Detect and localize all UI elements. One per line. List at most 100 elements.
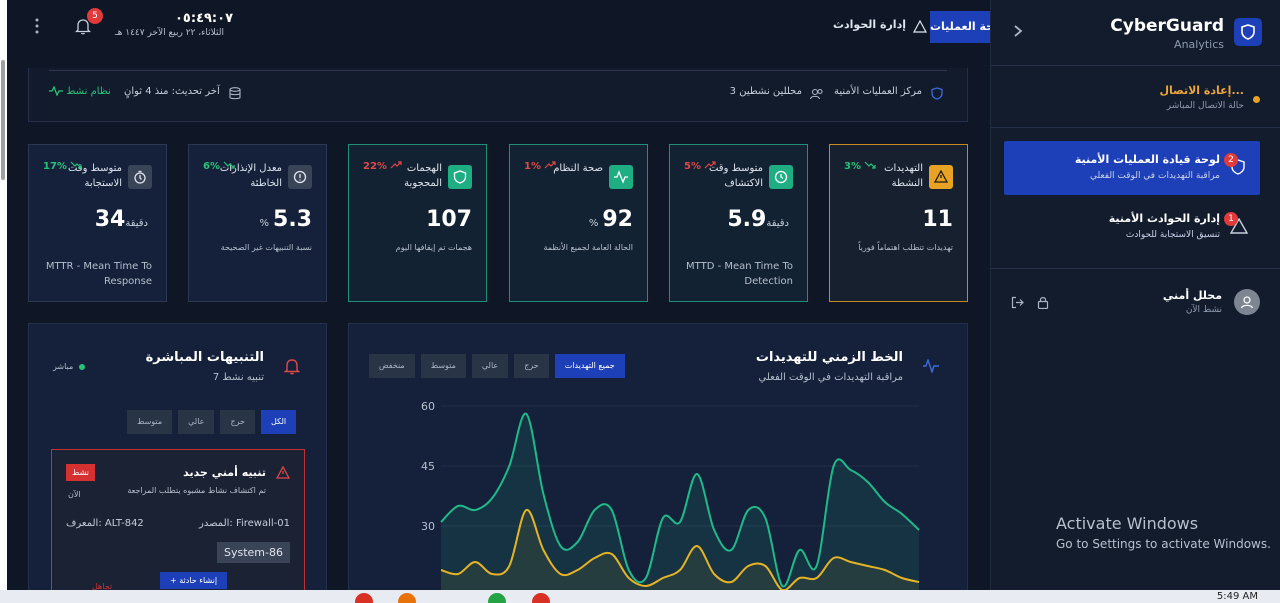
brand-subtitle: Analytics: [1174, 38, 1224, 51]
metric-change: 3%: [844, 161, 877, 172]
connection-dot: [1253, 96, 1260, 103]
metric-card: متوسط وقت الاستجابة 17% دقيقة34 MTTR - Mea…: [28, 144, 167, 302]
activity-icon: [609, 165, 633, 189]
operations-center-label: مركز العمليات الأمنية: [834, 86, 922, 97]
activity-icon: [923, 357, 939, 377]
filter-high[interactable]: عالي: [471, 354, 509, 378]
warning-icon: [912, 18, 928, 37]
app-icon[interactable]: [355, 593, 373, 603]
create-incident-button[interactable]: + إنشاء حادثة: [160, 572, 228, 589]
metric-card: صحة النظام 1% % 92 الحالة العامة لجميع الأن…: [509, 144, 648, 302]
system-active-status: نظام نشط: [49, 85, 111, 97]
sidebar-header: CyberGuard Analytics: [991, 0, 1280, 66]
sidebar: CyberGuard Analytics إعادة الاتصال... حا…: [990, 0, 1280, 590]
timeline-filters: منخفض متوسط عالي حرج جميع التهديدات: [369, 354, 625, 378]
logout-icon[interactable]: [1011, 294, 1024, 313]
more-options-icon[interactable]: [35, 18, 39, 34]
status-row: مركز العمليات الأمنية 3 محللين نشطين آخر…: [28, 68, 968, 122]
metric-change-value: 1%: [524, 161, 541, 172]
database-icon: [229, 85, 241, 104]
app-icon[interactable]: [488, 593, 506, 603]
clock-icon: [769, 165, 793, 189]
app-icon[interactable]: [532, 593, 550, 603]
tab-operations-dashboard[interactable]: لوحة العمليات: [930, 11, 990, 43]
metric-unit: %: [588, 218, 599, 229]
activate-title: Activate Windows: [1056, 514, 1199, 533]
trend-arrow-icon: [544, 161, 557, 172]
filter-critical[interactable]: حرج: [220, 410, 255, 434]
filter-high[interactable]: عالي: [178, 410, 215, 434]
shield-icon: [448, 165, 472, 189]
user-name: محلل أمني: [1162, 289, 1222, 302]
nav-item-dashboard[interactable]: 2 لوحة قيادة العمليات الأمنية مراقبة الت…: [1004, 141, 1260, 195]
metric-change-value: 22%: [363, 161, 387, 172]
warning-icon: [275, 464, 291, 483]
metric-change: 5%: [684, 161, 717, 172]
metric-unit: %: [259, 218, 270, 229]
metric-change-value: 17%: [43, 161, 67, 172]
status-badge: نشط: [66, 464, 95, 481]
alert-circle-icon: [288, 165, 312, 189]
shield-icon: [1234, 18, 1262, 46]
live-dot: [79, 364, 85, 370]
threat-timeline-panel: الخط الزمني للتهديدات مراقبة التهديدات ف…: [348, 323, 968, 593]
metric-card: التهديدات النشطة 3% 11 تهديدات تتطلب اهتما…: [829, 144, 968, 302]
filter-all-threats[interactable]: جميع التهديدات: [554, 354, 625, 378]
shield-icon: [931, 85, 943, 104]
metric-change-value: 3%: [844, 161, 861, 172]
lock-icon[interactable]: [1037, 294, 1049, 313]
filter-all[interactable]: الكل: [261, 410, 297, 434]
metric-english-label: MTTR - Mean Time To Response: [45, 261, 152, 287]
metric-description: تهديدات تتطلب اهتماماً فورياً: [858, 243, 953, 252]
alert-source: المصدر: Firewall-01: [199, 518, 290, 529]
metric-value: 107: [426, 207, 472, 232]
metric-change: 1%: [524, 161, 557, 172]
trend-arrow-icon: [864, 161, 877, 172]
user-status: نشط الآن: [1185, 305, 1222, 315]
metric-change-value: 5%: [684, 161, 701, 172]
metric-value: 34: [94, 207, 126, 232]
nav-title: إدارة الحوادث الأمنية: [1108, 212, 1220, 225]
filter-low[interactable]: منخفض: [369, 354, 415, 378]
taskbar: 5:49 AM: [0, 590, 1280, 603]
scroll-handle[interactable]: [1, 60, 5, 180]
trend-arrow-icon: [223, 161, 236, 172]
metric-description: نسبة التنبيهات غير الصحيحة: [220, 243, 312, 252]
trend-arrow-icon: [390, 161, 403, 172]
y-tick-label: 60: [421, 400, 435, 413]
metric-change: 17%: [43, 161, 83, 172]
metric-card: معدل الإنذارات الخاطئة 6% % 5.3 نسبة التنبي…: [188, 144, 327, 302]
trend-arrow-icon: [70, 161, 83, 172]
nav-title: لوحة قيادة العمليات الأمنية: [1074, 153, 1220, 166]
alert-time: الآن: [68, 490, 81, 499]
chevron-right-icon[interactable]: [1013, 22, 1023, 43]
metric-value-row: دقيقة34: [95, 207, 152, 232]
nav-subtitle: مراقبة التهديدات في الوقت الفعلي: [1089, 171, 1220, 181]
y-tick-label: 45: [421, 460, 435, 473]
activate-windows-watermark: Activate Windows Go to Settings to activ…: [1056, 514, 1271, 551]
date: الثلاثاء، ٢٢ ربيع الآخر ١٤٤٧ هـ: [115, 28, 224, 38]
live-label: مباشر: [53, 362, 74, 371]
nav-item-incidents[interactable]: 1 إدارة الحوادث الأمنية تنسيق الاستجابة …: [1004, 200, 1260, 254]
alerts-title: التنبيهات المباشرة: [145, 350, 264, 365]
avatar[interactable]: [1234, 289, 1260, 315]
metric-card: الهجمات المحجوبة 22% 107 هجمات تم إيقافها …: [348, 144, 487, 302]
filter-critical[interactable]: حرج: [514, 354, 549, 378]
metric-value: 11: [922, 207, 953, 232]
tab-incident-management[interactable]: إدارة الحوادث: [833, 18, 906, 31]
filter-medium[interactable]: متوسط: [127, 410, 173, 434]
filter-medium[interactable]: متوسط: [420, 354, 466, 378]
top-bar: لوحة العمليات إدارة الحوادث ٠٥:٤٩:٠٧ الث…: [7, 0, 990, 50]
alert-card[interactable]: تنبيه أمني جديد تم اكتشاف نشاط مشبوه يتط…: [51, 449, 305, 592]
users-icon: [809, 85, 824, 104]
alert-id: المعرف: ALT-842: [66, 518, 144, 529]
metric-value: 5.9: [727, 207, 767, 232]
metric-unit: دقيقة: [766, 218, 789, 229]
metric-change: 22%: [363, 161, 403, 172]
app-icon[interactable]: [398, 593, 416, 603]
alert-description: تم اكتشاف نشاط مشبوه يتطلب المراجعة: [127, 486, 266, 495]
activate-subtitle: Go to Settings to activate Windows.: [1056, 537, 1271, 551]
metric-value-row: 11: [918, 207, 953, 232]
last-update: آخر تحديث: منذ 4 ثوانٍ: [124, 86, 220, 97]
alert-title: تنبيه أمني جديد: [183, 466, 266, 479]
